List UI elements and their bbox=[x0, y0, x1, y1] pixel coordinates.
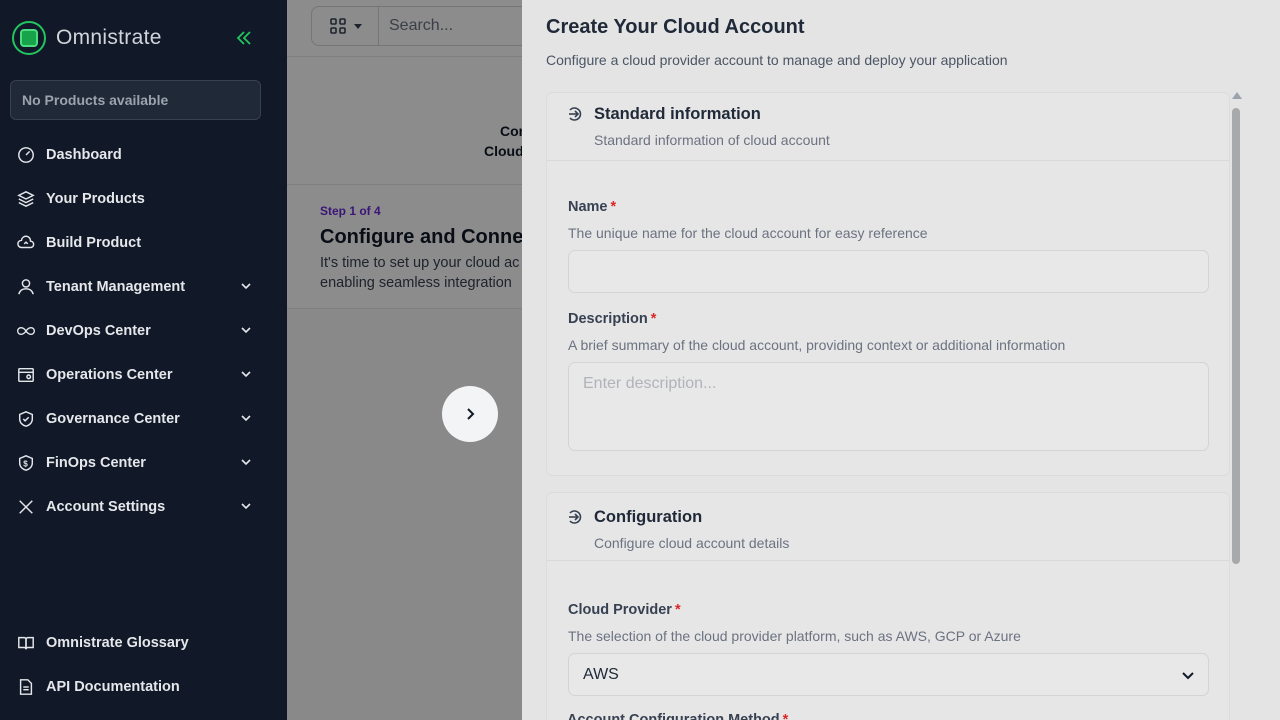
sidebar-item-account-settings[interactable]: Account Settings bbox=[16, 495, 261, 519]
scroll-up-arrow-icon[interactable] bbox=[1232, 92, 1242, 99]
drawer-subtitle: Configure a cloud provider account to ma… bbox=[546, 52, 1008, 68]
required-mark: * bbox=[650, 311, 657, 327]
sidebar-item-label: Build Product bbox=[46, 235, 142, 251]
arrow-circle-right-icon bbox=[569, 510, 582, 524]
window-gear-icon bbox=[16, 365, 36, 385]
sidebar-item-operations-center[interactable]: Operations Center bbox=[16, 363, 261, 387]
sidebar-item-label: Account Settings bbox=[46, 499, 166, 515]
cloud-provider-label: Cloud Provider * bbox=[568, 602, 681, 618]
sidebar-item-label: Tenant Management bbox=[46, 279, 186, 295]
section-subtitle: Configure cloud account details bbox=[594, 535, 790, 551]
chevron-down-icon[interactable] bbox=[239, 367, 253, 381]
section-header: Configuration Configure cloud account de… bbox=[547, 493, 1229, 561]
sidebar-item-api-documentation[interactable]: API Documentation bbox=[16, 675, 261, 699]
chevron-down-icon[interactable] bbox=[239, 455, 253, 469]
modal-backdrop[interactable] bbox=[287, 0, 522, 720]
account-config-method-label: Account Configuration Method * bbox=[567, 712, 788, 720]
document-icon bbox=[16, 677, 36, 697]
scrollbar-thumb[interactable] bbox=[1232, 108, 1240, 564]
omnistrate-logo-icon bbox=[12, 21, 46, 55]
sidebar-item-glossary[interactable]: Omnistrate Glossary bbox=[16, 631, 261, 655]
required-mark: * bbox=[610, 199, 617, 215]
chevron-right-icon bbox=[467, 408, 475, 420]
section-title: Configuration bbox=[594, 508, 703, 526]
infinity-icon bbox=[16, 321, 36, 341]
sidebar-item-devops-center[interactable]: DevOps Center bbox=[16, 319, 261, 343]
sidebar-item-tenant-management[interactable]: Tenant Management bbox=[16, 275, 261, 299]
configuration-section: Configuration Configure cloud account de… bbox=[546, 492, 1230, 720]
brand[interactable]: Omnistrate bbox=[12, 20, 162, 56]
sidebar-item-dashboard[interactable]: Dashboard bbox=[16, 143, 261, 167]
brand-name: Omnistrate bbox=[56, 26, 162, 49]
standard-info-section: Standard information Standard informatio… bbox=[546, 92, 1230, 476]
description-help: A brief summary of the cloud account, pr… bbox=[568, 337, 1066, 353]
sidebar-item-label: FinOps Center bbox=[46, 455, 146, 471]
name-field[interactable] bbox=[568, 250, 1209, 293]
sidebar-item-label: Governance Center bbox=[46, 411, 180, 427]
sidebar-item-label: API Documentation bbox=[46, 679, 180, 695]
shield-check-icon bbox=[16, 409, 36, 429]
sidebar-item-build-product[interactable]: Build Product bbox=[16, 231, 261, 255]
chevron-down-icon[interactable] bbox=[239, 499, 253, 513]
cloud-provider-help: The selection of the cloud provider plat… bbox=[568, 628, 1021, 644]
section-title: Standard information bbox=[594, 105, 761, 123]
required-mark: * bbox=[674, 602, 681, 618]
sidebar-item-label: Omnistrate Glossary bbox=[46, 635, 189, 651]
name-label-text: Name bbox=[568, 199, 608, 215]
chevron-down-icon[interactable] bbox=[239, 323, 253, 337]
arrow-circle-right-icon bbox=[569, 107, 582, 121]
description-field[interactable]: Enter description... bbox=[568, 362, 1209, 451]
section-header: Standard information Standard informatio… bbox=[547, 93, 1229, 161]
cloud-provider-select[interactable]: AWS bbox=[568, 653, 1209, 696]
sidebar-item-governance-center[interactable]: Governance Center bbox=[16, 407, 261, 431]
sidebar-item-finops-center[interactable]: $ FinOps Center bbox=[16, 451, 261, 475]
account-config-method-label-text: Account Configuration Method bbox=[567, 712, 780, 720]
cloud-provider-label-text: Cloud Provider bbox=[568, 602, 672, 618]
name-help: The unique name for the cloud account fo… bbox=[568, 225, 928, 241]
sidebar-item-label: Dashboard bbox=[46, 147, 122, 163]
tools-icon bbox=[16, 497, 36, 517]
gauge-icon bbox=[16, 145, 36, 165]
description-label-text: Description bbox=[568, 311, 648, 327]
layers-icon bbox=[16, 189, 36, 209]
drawer-title: Create Your Cloud Account bbox=[546, 16, 805, 38]
sidebar-item-label: DevOps Center bbox=[46, 323, 151, 339]
section-subtitle: Standard information of cloud account bbox=[594, 132, 830, 148]
sidebar-item-label: Your Products bbox=[46, 191, 145, 207]
description-label: Description * bbox=[568, 311, 656, 327]
product-selector[interactable]: No Products available bbox=[10, 80, 261, 120]
cloud-upload-icon bbox=[16, 233, 36, 253]
chevron-down-icon[interactable] bbox=[239, 411, 253, 425]
cloud-provider-value: AWS bbox=[583, 665, 619, 683]
drawer-scrollbar[interactable] bbox=[1230, 92, 1242, 720]
name-label: Name * bbox=[568, 199, 616, 215]
chevron-down-icon[interactable] bbox=[239, 279, 253, 293]
sidebar-item-your-products[interactable]: Your Products bbox=[16, 187, 261, 211]
collapse-sidebar-icon[interactable] bbox=[234, 28, 254, 48]
shield-dollar-icon: $ bbox=[16, 453, 36, 473]
svg-text:$: $ bbox=[23, 460, 28, 469]
book-icon bbox=[16, 633, 36, 653]
required-mark: * bbox=[782, 712, 789, 720]
sidebar: Omnistrate No Products available Dashboa… bbox=[0, 0, 287, 720]
create-cloud-account-drawer: Create Your Cloud Account Configure a cl… bbox=[522, 0, 1280, 720]
chevron-down-icon bbox=[1182, 672, 1194, 680]
sidebar-item-label: Operations Center bbox=[46, 367, 173, 383]
description-placeholder: Enter description... bbox=[583, 375, 717, 392]
user-icon bbox=[16, 277, 36, 297]
next-step-button[interactable] bbox=[442, 386, 498, 442]
